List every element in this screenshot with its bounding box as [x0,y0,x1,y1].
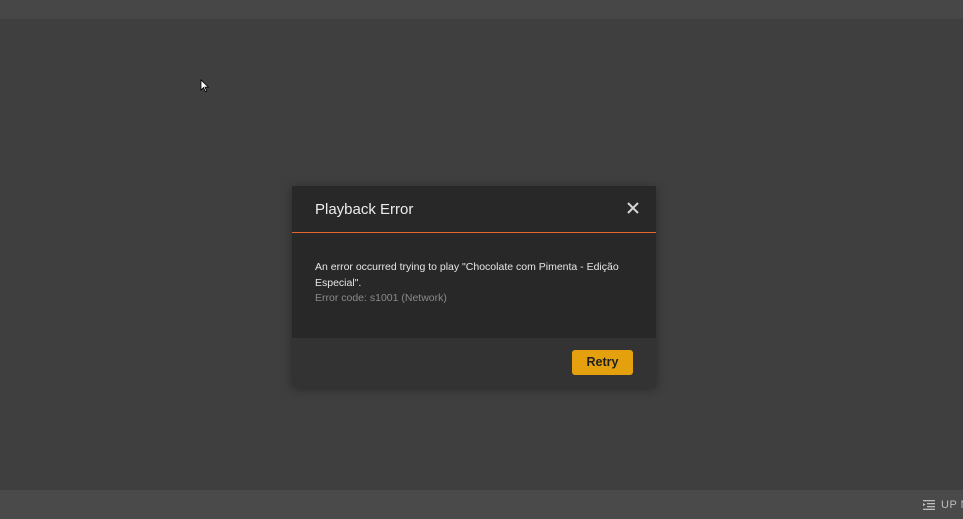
queue-list-icon [923,499,935,510]
dialog-body: An error occurred trying to play "Chocol… [292,233,656,338]
dialog-footer: Retry [292,338,656,387]
bottom-bar: UP NEXT [0,490,963,519]
top-bar [0,0,963,19]
error-code: Error code: s1001 (Network) [315,292,447,304]
playback-error-dialog: Playback Error An error occurred trying … [292,186,656,387]
close-icon [627,202,639,214]
retry-button[interactable]: Retry [572,350,633,375]
mouse-cursor-icon [200,79,210,93]
dialog-header: Playback Error [292,186,656,233]
up-next-button[interactable]: UP NEXT [923,490,963,519]
dialog-title: Playback Error [315,201,414,218]
up-next-label: UP NEXT [941,498,963,511]
error-message: An error occurred trying to play "Chocol… [315,261,619,289]
close-button[interactable] [624,199,642,217]
